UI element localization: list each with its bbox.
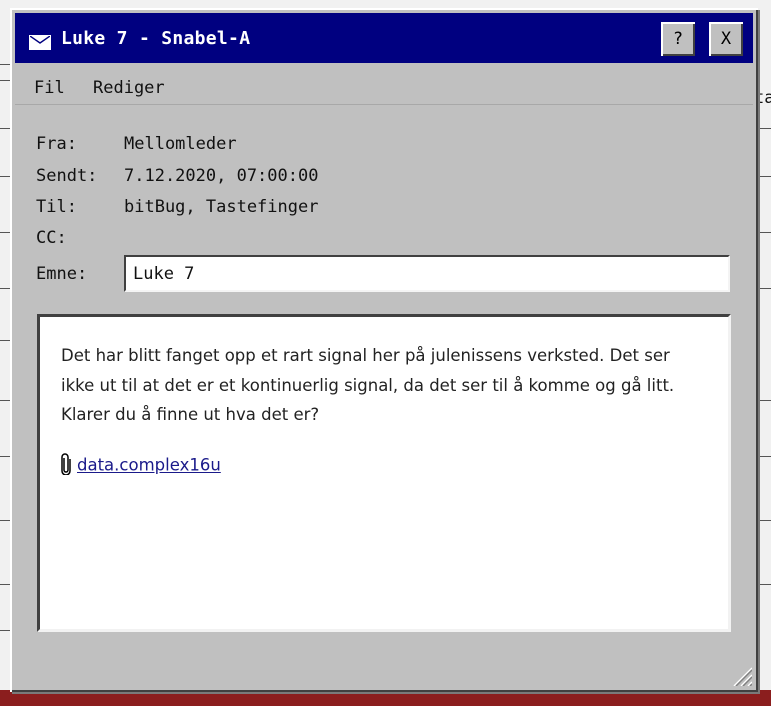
menu-bar: Fil Rediger [15,70,753,105]
message-line: Det har blitt fanget opp et rart signal … [61,346,670,365]
resize-grip-icon[interactable] [730,664,753,687]
attachment: data.complex16u [61,453,221,479]
message-line: ikke ut til at det er et kontinuerlig si… [61,375,675,395]
paperclip-icon [61,453,71,479]
envelope-icon [29,35,51,50]
menu-item-rediger[interactable]: Rediger [93,78,165,98]
message-line: Klarer du å finne ut hva det er? [61,405,320,424]
sent-label: Sendt: [36,166,98,186]
cc-label: CC: [36,228,67,248]
to-label: Til: [36,197,77,217]
title-bar[interactable]: Luke 7 - Snabel-A ? X [15,13,753,63]
menu-item-fil[interactable]: Fil [34,78,65,98]
message-text: Det har blitt fanget opp et rart signal … [61,341,701,430]
message-body[interactable]: Det har blitt fanget opp et rart signal … [37,314,731,632]
subject-label: Emne: [36,264,88,284]
window-title: Luke 7 - Snabel-A [61,28,251,49]
close-button[interactable]: X [709,22,743,56]
sent-value: 7.12.2020, 07:00:00 [124,166,319,186]
from-value: Mellomleder [124,134,237,154]
help-button[interactable]: ? [661,22,695,56]
to-value: bitBug, Tastefinger [124,197,319,217]
from-label: Fra: [36,134,77,154]
subject-field[interactable] [124,255,730,292]
email-window: Luke 7 - Snabel-A ? X Fil Rediger Fra: M… [10,8,758,692]
attachment-link[interactable]: data.complex16u [77,456,221,475]
taskbar [0,690,771,706]
